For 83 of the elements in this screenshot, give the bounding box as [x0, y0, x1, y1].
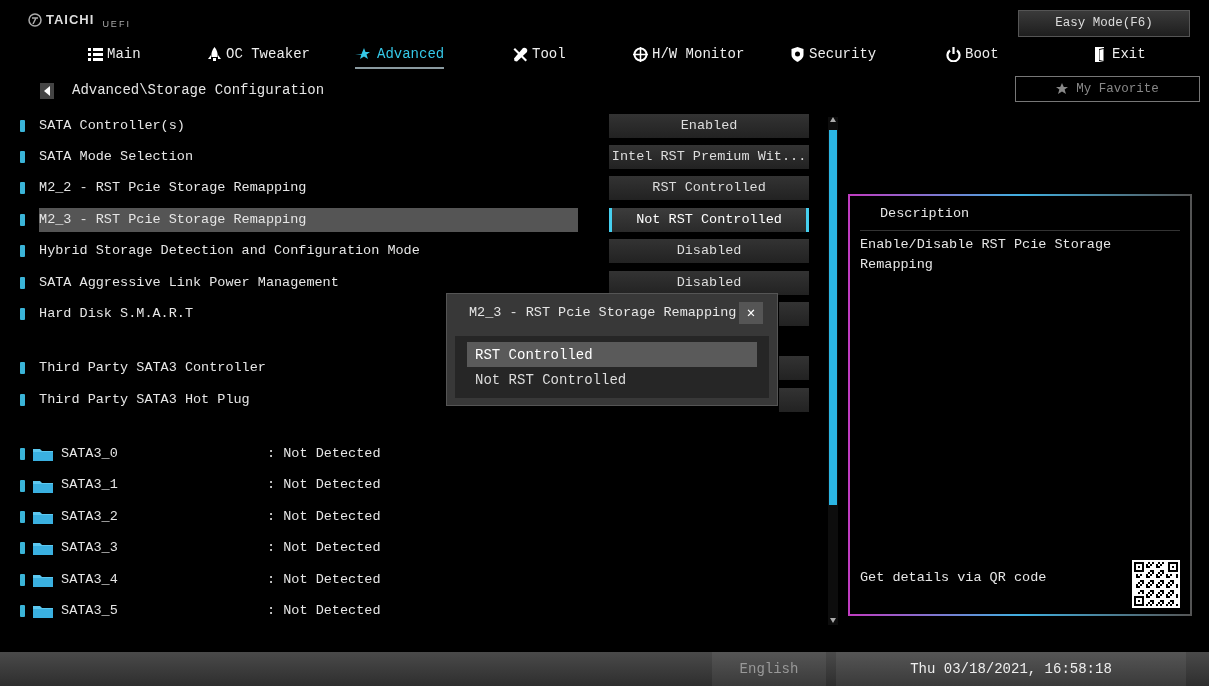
row-marker	[20, 479, 26, 492]
setting-label[interactable]: SATA Controller(s)	[39, 113, 579, 138]
folder-icon	[33, 447, 54, 462]
setting-label[interactable]: SATA Mode Selection	[39, 145, 579, 170]
popup-title: M2_3 - RST Pcie Storage Remapping	[468, 304, 737, 322]
row-marker	[20, 213, 26, 226]
popup-option[interactable]: Not RST Controlled	[467, 367, 757, 392]
scroll-up-icon[interactable]	[830, 117, 836, 122]
value-field[interactable]	[779, 302, 810, 327]
row-marker	[20, 245, 26, 258]
setting-label[interactable]: SATA Aggressive Link Power Management	[39, 270, 579, 295]
description-text: Enable/Disable RST Pcie Storage Remapping	[860, 236, 1113, 275]
row-marker	[20, 276, 26, 289]
row-marker	[20, 542, 26, 555]
row-marker	[20, 151, 26, 164]
value-field[interactable]	[779, 387, 810, 412]
rocket-icon	[207, 47, 222, 62]
menu-tab[interactable]: Security	[790, 44, 877, 69]
value-field[interactable]	[779, 356, 810, 381]
star-icon	[1056, 83, 1069, 95]
menu-tab[interactable]: Main	[88, 44, 141, 69]
easy-mode-button[interactable]: Easy Mode(F6)	[1018, 10, 1190, 37]
power-icon	[946, 47, 961, 62]
setting-value[interactable]: Disabled	[609, 239, 810, 264]
tools-icon	[513, 47, 528, 62]
breadcrumb: Advanced\Storage Configuration	[72, 81, 325, 100]
row-marker	[20, 119, 26, 132]
row-marker	[20, 362, 26, 375]
port-label: SATA3_1	[61, 476, 119, 495]
port-status: : Not Detected	[267, 476, 381, 495]
setting-value[interactable]: Intel RST Premium Wit...	[609, 145, 810, 170]
menu-tab[interactable]: OC Tweaker	[207, 44, 310, 69]
logo-brand: TAICHI	[46, 11, 95, 29]
folder-icon	[33, 510, 54, 524]
shield-icon	[790, 47, 805, 62]
setting-label[interactable]: M2_2 - RST Pcie Storage Remapping	[39, 176, 579, 201]
menu-tab[interactable]: Exit	[1093, 44, 1146, 69]
port-label: SATA3_2	[61, 507, 119, 526]
menu-tab[interactable]: H/W Monitor	[633, 44, 745, 69]
setting-value[interactable]: Not RST Controlled	[609, 207, 810, 232]
caret-left-icon	[43, 85, 51, 96]
row-marker	[20, 448, 26, 461]
menu-tab[interactable]: Tool	[513, 44, 566, 69]
list-icon	[88, 47, 103, 62]
setting-label[interactable]: Hybrid Storage Detection and Configuration Mode	[39, 239, 579, 264]
popup-option[interactable]: RST Controlled	[467, 342, 757, 367]
row-marker	[20, 393, 26, 406]
logo-icon	[28, 12, 42, 27]
close-button[interactable]: ✕	[739, 302, 763, 324]
logo-suffix: UEFI	[102, 18, 131, 31]
port-label: SATA3_5	[61, 602, 119, 621]
port-status: : Not Detected	[267, 602, 381, 621]
date-time: Thu 03/18/2021, 16:58:18	[836, 652, 1186, 686]
row-marker	[20, 573, 26, 586]
port-label: SATA3_3	[61, 539, 119, 558]
scroll-down-icon[interactable]	[830, 618, 836, 623]
folder-icon	[33, 604, 54, 619]
menu-tab[interactable]: Advanced	[355, 44, 445, 69]
folder-icon	[33, 541, 54, 556]
row-marker	[20, 182, 26, 195]
setting-value[interactable]: RST Controlled	[609, 176, 810, 201]
port-status: : Not Detected	[267, 445, 381, 464]
folder-icon	[33, 478, 54, 493]
port-status: : Not Detected	[267, 539, 381, 558]
setting-value[interactable]: Enabled	[609, 113, 810, 138]
folder-icon	[33, 572, 54, 587]
port-label: SATA3_0	[61, 445, 119, 464]
scrollbar[interactable]	[828, 117, 838, 625]
setting-label[interactable]: M2_3 - RST Pcie Storage Remapping	[39, 207, 579, 232]
row-marker	[20, 511, 26, 523]
crosshair-icon	[633, 47, 648, 62]
row-marker	[20, 605, 26, 618]
port-status: : Not Detected	[267, 507, 381, 526]
port-label: SATA3_4	[61, 570, 119, 589]
back-button[interactable]	[40, 82, 54, 99]
setting-value[interactable]: Disabled	[609, 270, 810, 295]
favorite-button[interactable]: My Favorite	[1015, 76, 1200, 102]
description-title: Description	[860, 196, 1180, 232]
row-marker	[20, 308, 26, 321]
qr-code	[1132, 560, 1180, 608]
qr-caption: Get details via QR code	[860, 568, 1047, 587]
menu-tab[interactable]: Boot	[946, 44, 999, 69]
port-status: : Not Detected	[267, 570, 381, 589]
